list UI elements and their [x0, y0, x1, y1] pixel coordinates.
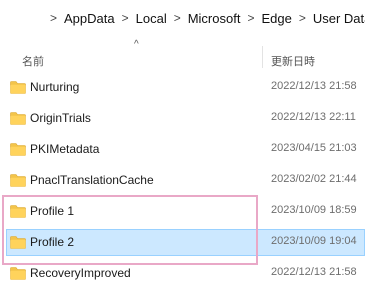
- breadcrumb-item-user-data[interactable]: User Data: [313, 11, 365, 26]
- column-header-date-modified[interactable]: 更新日時: [271, 53, 315, 69]
- sort-ascending-icon: ^: [134, 39, 139, 50]
- breadcrumb-item-appdata[interactable]: AppData: [64, 11, 115, 26]
- breadcrumb-separator: >: [50, 11, 58, 25]
- column-divider[interactable]: [262, 46, 263, 68]
- breadcrumb-separator[interactable]: >: [115, 11, 136, 25]
- folder-icon: [10, 267, 26, 280]
- file-name: OriginTrials: [30, 111, 91, 125]
- file-row[interactable]: PKIMetadata 2023/04/15 21:03: [0, 134, 365, 165]
- folder-icon: [10, 143, 26, 156]
- folder-icon: [10, 236, 26, 249]
- file-row[interactable]: PnaclTranslationCache 2023/02/02 21:44: [0, 165, 365, 196]
- breadcrumb-item-edge[interactable]: Edge: [261, 11, 291, 26]
- file-name: Profile 1: [30, 204, 75, 218]
- file-name: RecoveryImproved: [30, 266, 131, 280]
- folder-icon: [10, 112, 26, 125]
- file-date-modified: 2022/12/13 21:58: [271, 80, 357, 92]
- file-row[interactable]: RecoveryImproved 2022/12/13 21:58: [0, 258, 365, 289]
- breadcrumb: > AppData > Local > Microsoft > Edge > U…: [0, 0, 365, 36]
- file-date-modified: 2022/12/13 22:11: [271, 111, 356, 123]
- folder-icon: [10, 205, 26, 218]
- file-date-modified: 2023/04/15 21:03: [271, 142, 357, 154]
- file-name: Profile 2: [30, 235, 75, 249]
- file-date-modified: 2023/02/02 21:44: [271, 173, 357, 185]
- breadcrumb-separator[interactable]: >: [292, 11, 313, 25]
- column-header-name[interactable]: 名前: [22, 53, 44, 69]
- file-row[interactable]: OriginTrials 2022/12/13 22:11: [0, 103, 365, 134]
- file-name: PnaclTranslationCache: [30, 173, 154, 187]
- file-date-modified: 2022/12/13 21:58: [271, 266, 357, 278]
- column-header-row: ^ 名前 更新日時: [0, 38, 365, 68]
- file-list: Nurturing 2022/12/13 21:58 OriginTrials …: [0, 72, 365, 289]
- file-row-selected[interactable]: Profile 2 2023/10/09 19:04: [0, 227, 365, 258]
- breadcrumb-item-local[interactable]: Local: [136, 11, 167, 26]
- breadcrumb-separator[interactable]: >: [167, 11, 188, 25]
- breadcrumb-separator[interactable]: >: [240, 11, 261, 25]
- breadcrumb-item-microsoft[interactable]: Microsoft: [188, 11, 241, 26]
- file-row[interactable]: Nurturing 2022/12/13 21:58: [0, 72, 365, 103]
- file-name: Nurturing: [30, 80, 80, 94]
- file-name: PKIMetadata: [30, 142, 100, 156]
- folder-icon: [10, 81, 26, 94]
- file-date-modified: 2023/10/09 19:04: [271, 235, 357, 247]
- folder-icon: [10, 174, 26, 187]
- file-date-modified: 2023/10/09 18:59: [271, 204, 357, 216]
- file-row[interactable]: Profile 1 2023/10/09 18:59: [0, 196, 365, 227]
